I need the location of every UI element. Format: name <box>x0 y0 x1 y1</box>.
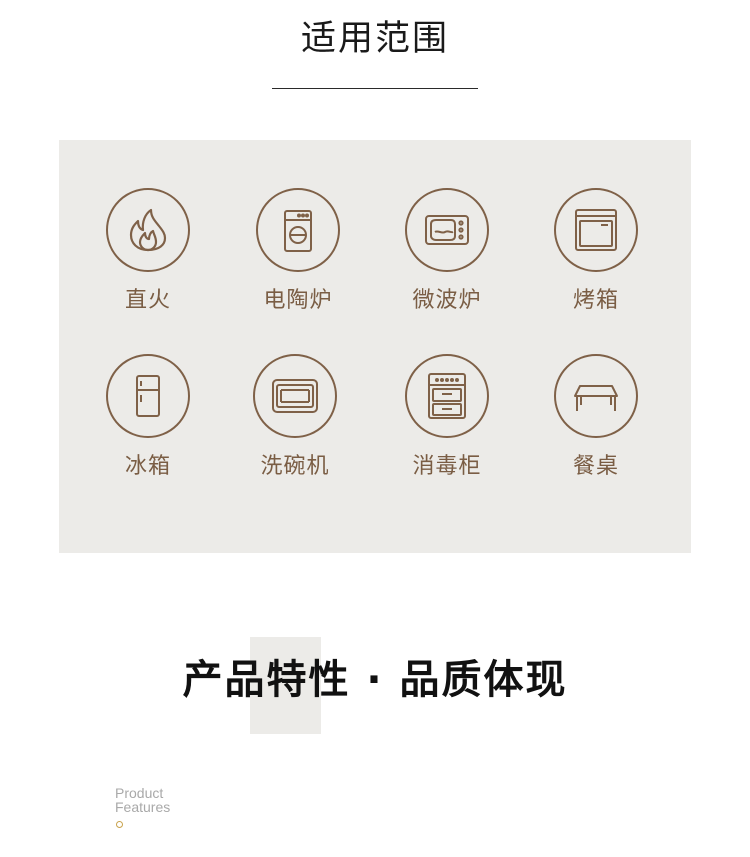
refrigerator-icon <box>106 354 190 438</box>
scope-item-ceramic-cooker: 电陶炉 <box>228 188 368 314</box>
section-title-features: 产品特性 · 品质体现 <box>182 657 568 703</box>
scope-item-label: 冰箱 <box>124 454 171 479</box>
scope-panel: 直火 电陶炉 微波炉 烤箱 冰箱 洗碗机 消毒柜 餐桌 <box>59 140 691 553</box>
scope-item-direct-fire: 直火 <box>78 188 218 314</box>
scope-item-sterilizer: 消毒柜 <box>377 354 517 480</box>
ceramic-cooker-icon <box>256 188 340 272</box>
scope-item-label: 烤箱 <box>572 288 619 313</box>
scope-item-label: 洗碗机 <box>260 454 330 479</box>
scope-item-dishwasher: 洗碗机 <box>225 354 365 480</box>
scope-item-label: 电陶炉 <box>263 288 333 313</box>
microwave-icon <box>405 188 489 272</box>
english-subtitle: Product Features <box>115 786 170 814</box>
scope-item-label: 消毒柜 <box>412 454 482 479</box>
scope-item-refrigerator: 冰箱 <box>78 354 218 480</box>
flame-icon <box>106 188 190 272</box>
decorative-dot-icon <box>116 821 123 828</box>
title-underline <box>272 88 478 89</box>
sterilizer-cabinet-icon <box>405 354 489 438</box>
scope-item-label: 直火 <box>124 288 171 313</box>
scope-item-label: 微波炉 <box>412 288 482 313</box>
dining-table-icon <box>554 354 638 438</box>
oven-icon <box>554 188 638 272</box>
english-subtitle-line2: Features <box>115 799 171 815</box>
scope-item-oven: 烤箱 <box>526 188 666 314</box>
scope-item-microwave: 微波炉 <box>377 188 517 314</box>
dishwasher-icon <box>253 354 337 438</box>
english-subtitle-line1: Product <box>115 785 164 801</box>
scope-item-dining-table: 餐桌 <box>526 354 666 480</box>
section-title-scope: 适用范围 <box>300 19 449 59</box>
scope-item-label: 餐桌 <box>572 454 619 479</box>
